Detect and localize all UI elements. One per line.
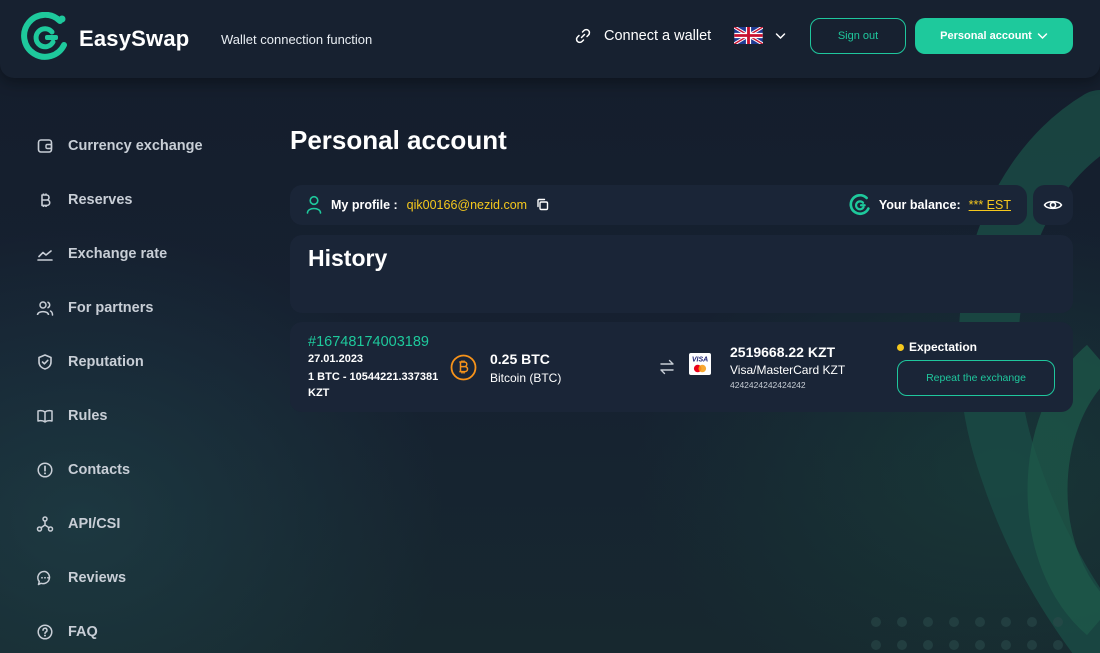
sidebar-item-exchange-rate[interactable]: Exchange rate: [35, 244, 255, 264]
copy-icon[interactable]: [536, 198, 549, 211]
sidebar-item-label: Contacts: [68, 462, 131, 478]
connect-wallet-label: Connect a wallet: [604, 28, 712, 44]
sidebar-item-faq[interactable]: FAQ: [35, 622, 255, 642]
chevron-down-icon: [775, 32, 786, 39]
sidebar-nav: Currency exchange Reserves Exchange rate…: [35, 136, 255, 653]
chevron-down-icon: [1037, 33, 1048, 40]
order-date: 27.01.2023: [308, 353, 364, 365]
balance-label: Your balance:: [878, 198, 961, 212]
nodes-icon: [35, 514, 55, 534]
profile-bar: My profile : qik00166@nezid.com Your bal…: [290, 185, 1027, 225]
bitcoin-icon: [450, 354, 477, 381]
wallet-icon: [35, 136, 55, 156]
status-badge: Expectation: [897, 340, 977, 354]
order-rate: 1 BTC - 10544221.337381 KZT: [308, 371, 439, 399]
status-dot-icon: [897, 343, 904, 351]
chart-line-icon: [35, 244, 55, 264]
personal-account-label: Personal account: [940, 30, 1032, 42]
link-icon: [575, 28, 591, 44]
order-id-link[interactable]: #16748174003189: [308, 334, 429, 350]
profile-label: My profile :: [331, 197, 398, 212]
sidebar-item-currency-exchange[interactable]: Currency exchange: [35, 136, 255, 156]
from-currency-name: Bitcoin (BTC): [490, 371, 562, 385]
sidebar-item-reserves[interactable]: Reserves: [35, 190, 255, 210]
info-circle-icon: [35, 460, 55, 480]
history-title: History: [308, 245, 388, 271]
visa-mastercard-icon: VISA: [689, 353, 711, 375]
chat-icon: [35, 568, 55, 588]
to-account-number: 4242424242424242: [730, 380, 806, 390]
svg-text:VISA: VISA: [692, 357, 708, 364]
to-amount: 2519668.22 KZT: [730, 344, 836, 360]
history-card: History: [290, 235, 1073, 313]
sidebar-item-label: Exchange rate: [68, 246, 168, 262]
status-label: Expectation: [909, 340, 978, 354]
background-dot-grid: [871, 617, 1063, 650]
sidebar-item-reputation[interactable]: Reputation: [35, 352, 255, 372]
sidebar-item-for-partners[interactable]: For partners: [35, 298, 255, 318]
repeat-exchange-button[interactable]: Repeat the exchange: [897, 360, 1055, 396]
sidebar-item-rules[interactable]: Rules: [35, 406, 255, 426]
sidebar-item-label: API/CSI: [68, 516, 121, 532]
swap-arrows-icon: [660, 359, 674, 375]
sidebar-item-label: Currency exchange: [68, 138, 203, 154]
language-selector[interactable]: [734, 27, 786, 44]
sidebar-item-reviews[interactable]: Reviews: [35, 568, 255, 588]
toggle-balance-visibility-button[interactable]: [1033, 185, 1073, 225]
easyswap-coin-icon: [849, 194, 870, 216]
uk-flag-icon: [734, 27, 763, 44]
profile-info: My profile : qik00166@nezid.com: [306, 195, 549, 214]
connect-wallet-link[interactable]: Connect a wallet: [574, 26, 711, 46]
page-title: Personal account: [290, 125, 507, 155]
sidebar-item-label: Reserves: [68, 192, 133, 208]
balance-value[interactable]: *** EST: [969, 198, 1011, 212]
profile-email: qik00166@nezid.com: [406, 197, 528, 212]
from-amount: 0.25 BTC: [490, 351, 550, 367]
shield-check-icon: [35, 352, 55, 372]
eye-icon: [1043, 200, 1063, 210]
to-currency-name: Visa/MasterCard KZT: [730, 363, 846, 377]
personal-account-button[interactable]: Personal account: [915, 18, 1073, 54]
book-icon: [35, 406, 55, 426]
bitcoin-icon: [35, 190, 55, 210]
sidebar-item-api-csi[interactable]: API/CSI: [35, 514, 255, 534]
top-header: EasySwap Wallet connection function Conn…: [0, 0, 1100, 78]
sidebar-item-label: Rules: [68, 408, 108, 424]
sidebar-item-label: FAQ: [68, 624, 98, 640]
users-icon: [35, 298, 55, 318]
balance-info: Your balance: *** EST: [849, 194, 1011, 216]
sidebar-item-contacts[interactable]: Contacts: [35, 460, 255, 480]
sidebar-item-label: Reviews: [68, 570, 127, 586]
history-order-row: #16748174003189 27.01.2023 1 BTC - 10544…: [290, 322, 1073, 412]
header-tagline: Wallet connection function: [221, 32, 373, 47]
sidebar-item-label: Reputation: [68, 354, 144, 370]
question-icon: [35, 622, 55, 642]
easyswap-logo-icon[interactable]: [20, 12, 70, 62]
logo-text[interactable]: EasySwap: [79, 26, 189, 52]
sign-out-button[interactable]: Sign out: [810, 18, 906, 54]
user-icon: [306, 195, 322, 214]
sidebar-item-label: For partners: [68, 300, 154, 316]
